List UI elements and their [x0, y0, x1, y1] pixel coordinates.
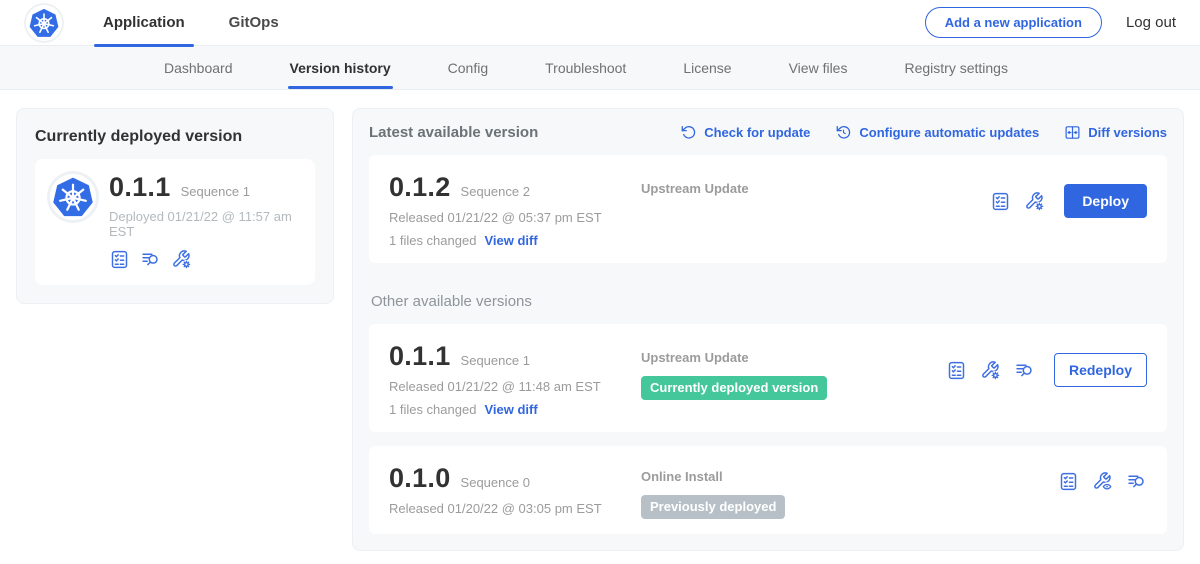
version-label: 0.1.2	[389, 172, 451, 203]
version-source-label: Upstream Update	[641, 181, 946, 196]
release-notes-icon[interactable]	[1126, 471, 1147, 492]
released-timestamp: Released 01/21/22 @ 11:48 am EST	[389, 379, 641, 394]
deployed-sequence-label: Sequence 1	[181, 184, 250, 199]
check-for-update-label: Check for update	[704, 125, 810, 140]
previously-deployed-badge: Previously deployed	[641, 495, 785, 519]
view-diff-link[interactable]: View diff	[484, 402, 537, 417]
version-source-label: Online Install	[641, 469, 946, 484]
preflight-checks-icon[interactable]	[990, 191, 1011, 212]
version-history-panel: Latest available version Check for updat…	[352, 108, 1184, 551]
tab-gitops[interactable]: GitOps	[220, 0, 288, 46]
refresh-icon	[680, 124, 697, 141]
check-for-update-link[interactable]: Check for update	[680, 124, 810, 141]
config-view-icon[interactable]	[1092, 471, 1113, 492]
diff-versions-label: Diff versions	[1088, 125, 1167, 140]
deploy-button[interactable]: Deploy	[1064, 184, 1147, 218]
config-icon[interactable]	[980, 360, 1001, 381]
app-icon	[50, 174, 96, 220]
sequence-label: Sequence 1	[461, 353, 530, 368]
tab-gitops-label: GitOps	[229, 14, 279, 31]
release-notes-icon[interactable]	[1014, 360, 1035, 381]
deployed-timestamp: Deployed 01/21/22 @ 11:57 am EST	[109, 209, 300, 239]
version-row: 0.1.1 Sequence 1 Released 01/21/22 @ 11:…	[369, 324, 1167, 432]
files-changed-label: 1 files changed	[389, 402, 476, 417]
files-changed-label: 1 files changed	[389, 233, 476, 248]
subtab-view-files[interactable]: View files	[789, 46, 848, 89]
other-versions-title: Other available versions	[371, 293, 1167, 310]
app-header: Application GitOps Add a new application…	[0, 0, 1200, 46]
add-application-button[interactable]: Add a new application	[925, 7, 1102, 38]
configure-automatic-updates-label: Configure automatic updates	[859, 125, 1039, 140]
tab-application[interactable]: Application	[94, 0, 194, 46]
deployed-version-card: 0.1.1 Sequence 1 Deployed 01/21/22 @ 11:…	[35, 159, 315, 285]
release-notes-icon[interactable]	[140, 249, 161, 270]
subtab-version-history[interactable]: Version history	[290, 46, 391, 89]
view-diff-link[interactable]: View diff	[484, 233, 537, 248]
currently-deployed-badge: Currently deployed version	[641, 376, 827, 400]
config-icon[interactable]	[1024, 191, 1045, 212]
diff-icon	[1064, 124, 1081, 141]
subtab-config[interactable]: Config	[448, 46, 488, 89]
version-row: 0.1.2 Sequence 2 Released 01/21/22 @ 05:…	[369, 155, 1167, 263]
sequence-label: Sequence 2	[461, 184, 530, 199]
currently-deployed-card: Currently deployed version 0.1.1 Sequenc…	[16, 108, 334, 304]
released-timestamp: Released 01/21/22 @ 05:37 pm EST	[389, 210, 641, 225]
redeploy-button[interactable]: Redeploy	[1054, 353, 1147, 387]
subtab-license[interactable]: License	[683, 46, 731, 89]
preflight-checks-icon[interactable]	[946, 360, 967, 381]
released-timestamp: Released 01/20/22 @ 03:05 pm EST	[389, 501, 641, 516]
latest-available-title: Latest available version	[369, 124, 538, 141]
subtab-troubleshoot[interactable]: Troubleshoot	[545, 46, 626, 89]
currently-deployed-title: Currently deployed version	[35, 128, 315, 146]
configure-automatic-updates-link[interactable]: Configure automatic updates	[835, 124, 1039, 141]
diff-versions-link[interactable]: Diff versions	[1064, 124, 1167, 141]
version-label: 0.1.1	[389, 341, 451, 372]
preflight-checks-icon[interactable]	[109, 249, 130, 270]
version-row: 0.1.0 Sequence 0 Released 01/20/22 @ 03:…	[369, 446, 1167, 534]
kubernetes-logo	[26, 5, 62, 41]
sequence-label: Sequence 0	[461, 475, 530, 490]
main-content: Currently deployed version 0.1.1 Sequenc…	[0, 90, 1200, 551]
preflight-checks-icon[interactable]	[1058, 471, 1079, 492]
version-label: 0.1.0	[389, 463, 451, 494]
subtab-dashboard[interactable]: Dashboard	[164, 46, 233, 89]
logout-link[interactable]: Log out	[1126, 14, 1176, 31]
subtab-registry-settings[interactable]: Registry settings	[904, 46, 1007, 89]
tab-application-label: Application	[103, 14, 185, 31]
auto-update-icon	[835, 124, 852, 141]
version-source-label: Upstream Update	[641, 350, 946, 365]
deployed-version-label: 0.1.1	[109, 172, 171, 203]
app-subnav: Dashboard Version history Config Trouble…	[0, 46, 1200, 90]
config-icon[interactable]	[171, 249, 192, 270]
